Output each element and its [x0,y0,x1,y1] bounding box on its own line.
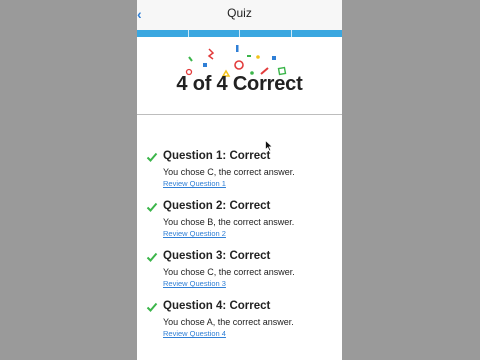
score-summary: 4 of 4 Correct [176,73,303,95]
review-question-link[interactable]: Review Question 2 [163,229,226,238]
progress-segment [292,30,343,37]
result-message: You chose C, the correct answer. [163,267,295,277]
checkmark-icon [146,302,158,312]
result-title: Question 3: Correct [163,250,271,262]
progress-segment [137,30,189,37]
progress-segment [240,30,292,37]
checkmark-icon [146,152,158,162]
result-title: Question 1: Correct [163,150,271,162]
result-item: Question 2: Correct You chose B, the cor… [137,200,342,246]
nav-title: Quiz [227,6,252,20]
result-title: Question 4: Correct [163,300,271,312]
result-item: Question 3: Correct You chose C, the cor… [137,250,342,296]
result-message: You chose B, the correct answer. [163,217,295,227]
result-message: You chose C, the correct answer. [163,167,295,177]
quiz-screen: ‹ Quiz 4 of 4 Correct Question 1: Correc… [137,0,342,360]
result-item: Question 4: Correct You chose A, the cor… [137,300,342,346]
result-item: Question 1: Correct You chose C, the cor… [137,150,342,196]
checkmark-icon [146,252,158,262]
section-divider [137,114,342,115]
checkmark-icon [146,202,158,212]
review-question-link[interactable]: Review Question 4 [163,329,226,338]
review-question-link[interactable]: Review Question 3 [163,279,226,288]
review-question-link[interactable]: Review Question 1 [163,179,226,188]
quiz-progress-bar [137,30,342,37]
result-title: Question 2: Correct [163,200,271,212]
navigation-bar: ‹ Quiz [137,0,342,30]
progress-segment [189,30,240,37]
result-message: You chose A, the correct answer. [163,317,294,327]
mouse-cursor-icon [265,140,273,152]
